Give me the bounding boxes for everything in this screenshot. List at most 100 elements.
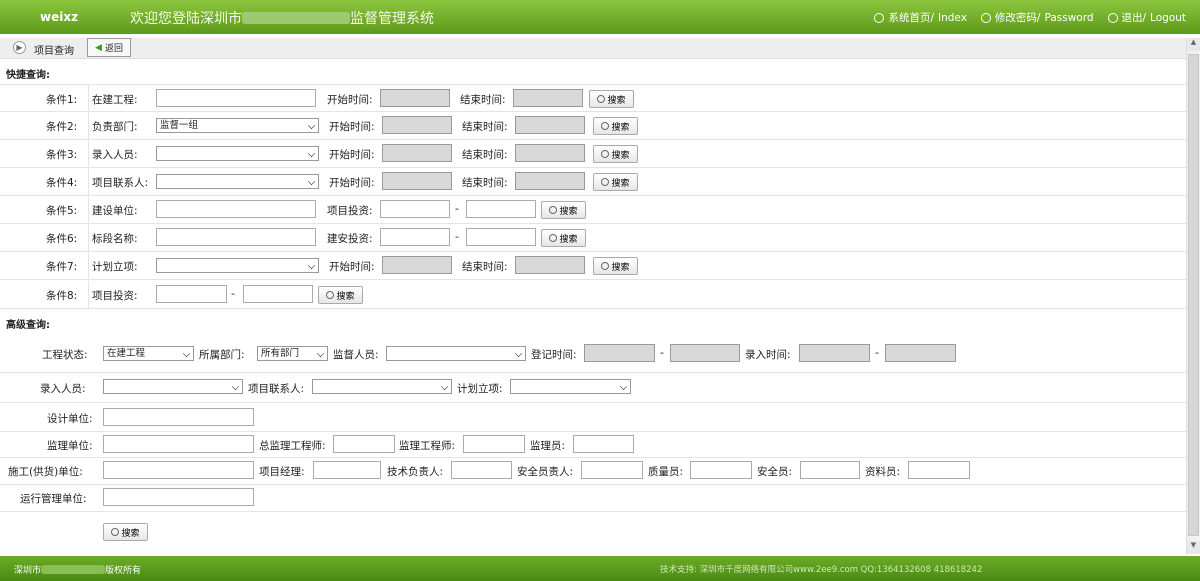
quick-row: 条件5: 建设单位: 项目投资: - 搜索 bbox=[0, 196, 1186, 224]
chief-engineer-input[interactable] bbox=[333, 435, 395, 453]
field-input[interactable] bbox=[156, 89, 316, 107]
reg-time-end[interactable] bbox=[670, 344, 740, 362]
start-time-input[interactable] bbox=[382, 144, 452, 162]
password-link-sub: Password bbox=[1044, 11, 1094, 24]
amount-start-input[interactable] bbox=[380, 200, 450, 218]
field-select[interactable] bbox=[156, 174, 319, 189]
search-button-label: 搜索 bbox=[559, 233, 578, 244]
redacted-name bbox=[242, 12, 350, 24]
entry-time-end[interactable] bbox=[885, 344, 956, 362]
back-button-label: 返回 bbox=[104, 44, 123, 54]
end-time-input[interactable] bbox=[515, 116, 585, 134]
safety-input[interactable] bbox=[800, 461, 860, 479]
supervision-unit-input[interactable] bbox=[103, 435, 254, 453]
chevron-down-icon bbox=[231, 382, 240, 391]
design-label: 设计单位: bbox=[47, 413, 93, 425]
pm-input[interactable] bbox=[313, 461, 381, 479]
logout-link[interactable]: 退出/Logout bbox=[1107, 10, 1186, 25]
safety-head-input[interactable] bbox=[581, 461, 643, 479]
power-icon bbox=[1107, 12, 1118, 23]
vertical-scrollbar[interactable]: ▲ ▼ bbox=[1186, 38, 1200, 554]
entry-person-label: 录入人员: bbox=[40, 383, 86, 395]
dept-select[interactable]: 所有部门 bbox=[257, 346, 328, 361]
range-end-input[interactable] bbox=[243, 285, 313, 303]
mid-label: 开始时间: bbox=[329, 121, 375, 133]
column-divider bbox=[88, 168, 89, 196]
field-label: 项目联系人: bbox=[92, 177, 149, 189]
end-time-input[interactable] bbox=[515, 144, 585, 162]
amount-end-input[interactable] bbox=[466, 228, 536, 246]
search-button[interactable]: 搜索 bbox=[541, 229, 586, 247]
search-button[interactable]: 搜索 bbox=[593, 145, 638, 163]
search-button[interactable]: 搜索 bbox=[541, 201, 586, 219]
search-button[interactable]: 搜索 bbox=[318, 286, 363, 304]
end-time-input[interactable] bbox=[515, 172, 585, 190]
field-select-value: 监督一组 bbox=[160, 120, 199, 131]
magnifier-icon bbox=[601, 150, 610, 158]
entry-time-label: 录入时间: bbox=[745, 349, 791, 361]
end-time-input[interactable] bbox=[515, 256, 585, 274]
field-select[interactable] bbox=[156, 146, 319, 161]
reg-time-start[interactable] bbox=[584, 344, 655, 362]
field-input[interactable] bbox=[156, 200, 316, 218]
header-bar: weixz 欢迎您登陆深圳市 监督管理系统 系统首页/Index 修改密码/Pas… bbox=[0, 0, 1200, 34]
cond-label: 条件7: bbox=[46, 261, 78, 273]
status-select[interactable]: 在建工程 bbox=[103, 346, 194, 361]
start-time-input[interactable] bbox=[382, 116, 452, 134]
end-time-label: 结束时间: bbox=[462, 149, 508, 161]
amount-end-input[interactable] bbox=[466, 200, 536, 218]
amount-start-input[interactable] bbox=[380, 228, 450, 246]
home-link[interactable]: 系统首页/Index bbox=[874, 10, 967, 25]
start-time-input[interactable] bbox=[380, 89, 450, 107]
quality-label: 质量员: bbox=[648, 466, 684, 478]
range-start-input[interactable] bbox=[156, 285, 227, 303]
start-time-input[interactable] bbox=[382, 172, 452, 190]
entry-person-select[interactable] bbox=[103, 379, 243, 394]
adv-row-design: 设计单位: bbox=[0, 403, 1186, 432]
field-select[interactable] bbox=[156, 258, 319, 273]
home-link-sub: Index bbox=[938, 11, 967, 24]
supervisor-select[interactable] bbox=[386, 346, 526, 361]
mid-label: 开始时间: bbox=[327, 94, 373, 106]
start-time-input[interactable] bbox=[382, 256, 452, 274]
quick-row: 条件6: 标段名称: 建安投资: - 搜索 bbox=[0, 224, 1186, 252]
password-link[interactable]: 修改密码/Password bbox=[980, 10, 1094, 25]
search-button[interactable]: 搜索 bbox=[589, 90, 634, 108]
design-input[interactable] bbox=[103, 408, 254, 426]
magnifier-icon bbox=[111, 528, 120, 536]
field-select[interactable]: 监督一组 bbox=[156, 118, 319, 133]
ops-input[interactable] bbox=[103, 488, 254, 506]
tech-input[interactable] bbox=[451, 461, 512, 479]
quality-input[interactable] bbox=[690, 461, 752, 479]
scroll-thumb[interactable] bbox=[1188, 54, 1199, 536]
scroll-down-icon[interactable]: ▼ bbox=[1187, 541, 1200, 554]
construction-input[interactable] bbox=[103, 461, 254, 479]
data-input[interactable] bbox=[908, 461, 970, 479]
entry-time-start[interactable] bbox=[799, 344, 870, 362]
advanced-search-button[interactable]: 搜索 bbox=[103, 523, 148, 541]
plan-select[interactable] bbox=[510, 379, 631, 394]
magnifier-icon bbox=[549, 206, 558, 214]
supervision-unit-label: 监理单位: bbox=[47, 440, 93, 452]
contact-label: 项目联系人: bbox=[248, 383, 305, 395]
end-time-input[interactable] bbox=[513, 89, 583, 107]
supervisor-staff-input[interactable] bbox=[573, 435, 634, 453]
field-label: 录入人员: bbox=[92, 149, 138, 161]
engineer-input[interactable] bbox=[463, 435, 525, 453]
arrow-right-icon: ▶ bbox=[13, 41, 26, 54]
column-divider bbox=[88, 85, 89, 113]
contact-select[interactable] bbox=[312, 379, 452, 394]
scroll-up-icon[interactable]: ▲ bbox=[1187, 38, 1200, 51]
search-button[interactable]: 搜索 bbox=[593, 257, 638, 275]
chevron-down-icon bbox=[307, 261, 316, 270]
column-divider bbox=[88, 252, 89, 280]
quick-row: 条件1: 在建工程: 开始时间: 结束时间: 搜索 bbox=[0, 84, 1186, 113]
back-button[interactable]: ◀ 返回 bbox=[87, 38, 131, 57]
search-button[interactable]: 搜索 bbox=[593, 117, 638, 135]
tech-support: 技术支持: 深圳市千度网络有限公司www.2ee9.com QQ:1364132… bbox=[660, 565, 983, 575]
home-link-label: 系统首页/ bbox=[888, 12, 934, 24]
mid-label: 项目投资: bbox=[327, 205, 373, 217]
search-button[interactable]: 搜索 bbox=[593, 173, 638, 191]
adv-row-ops: 运行管理单位: bbox=[0, 485, 1186, 512]
field-input[interactable] bbox=[156, 228, 316, 246]
